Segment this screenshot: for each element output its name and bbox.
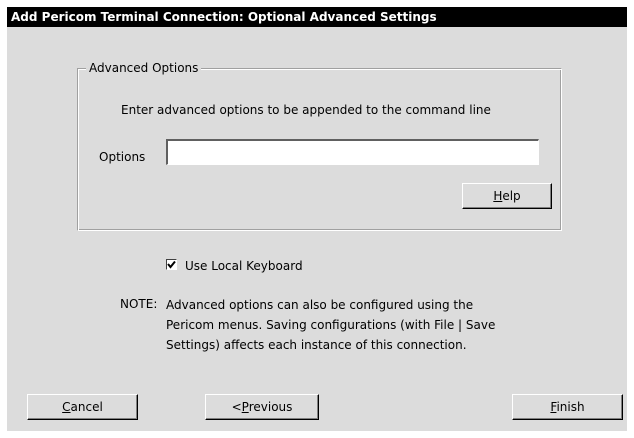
advanced-options-description: Enter advanced options to be appended to… (121, 103, 491, 117)
previous-button-mnemonic: P (241, 400, 249, 414)
finish-button-rest: inish (556, 400, 585, 414)
previous-button-rest: revious (248, 400, 293, 414)
use-local-keyboard-checkbox[interactable] (166, 259, 177, 270)
dialog-window: Add Pericom Terminal Connection: Optiona… (7, 7, 627, 431)
previous-button[interactable]: <Previous (205, 394, 319, 420)
use-local-keyboard-row[interactable]: Use Local Keyboard (166, 257, 303, 273)
cancel-button[interactable]: Cancel (27, 394, 138, 420)
options-input[interactable] (166, 139, 539, 165)
help-button[interactable]: Help (462, 183, 552, 209)
use-local-keyboard-label: Use Local Keyboard (185, 258, 303, 273)
previous-button-prefix: < (231, 400, 242, 414)
note-line: Settings) affects each instance of this … (166, 338, 467, 352)
note-line: Pericom menus. Saving configurations (wi… (166, 318, 496, 332)
note-text: Advanced options can also be configured … (166, 295, 495, 355)
advanced-options-group-title: Advanced Options (86, 60, 202, 76)
help-button-rest: elp (502, 189, 521, 203)
note-line: Advanced options can also be configured … (166, 298, 474, 312)
help-button-mnemonic: H (493, 189, 503, 203)
finish-button[interactable]: Finish (512, 394, 623, 420)
options-label: Options (99, 150, 146, 164)
note-label: NOTE: (120, 297, 158, 311)
cancel-button-rest: ancel (70, 400, 103, 414)
checkmark-icon (167, 260, 176, 269)
window-title: Add Pericom Terminal Connection: Optiona… (7, 7, 627, 27)
cancel-button-mnemonic: C (62, 400, 71, 414)
